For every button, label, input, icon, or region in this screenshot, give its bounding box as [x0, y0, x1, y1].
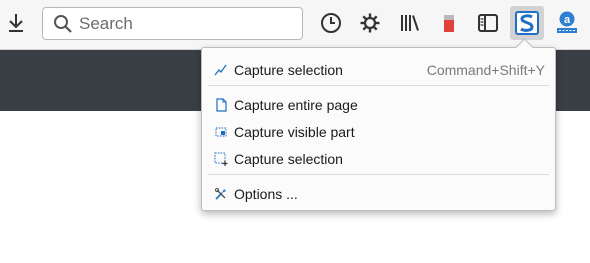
settings-gear-icon[interactable]: [358, 10, 382, 36]
sidebar-icon[interactable]: [476, 10, 500, 36]
menu-item-capture-entire-page[interactable]: Capture entire page: [202, 93, 555, 117]
history-icon[interactable]: [319, 10, 343, 36]
menu-item-label: Capture entire page: [234, 97, 358, 113]
menu-item-options[interactable]: Options ...: [202, 182, 555, 206]
capture-selection-pen-icon: [214, 63, 228, 77]
search-icon: [53, 14, 73, 34]
screenshot-extension-menu: Capture selection Command+Shift+Y Captur…: [201, 38, 556, 211]
menu-item-label: Options ...: [234, 186, 298, 202]
menu-item-shortcut: Command+Shift+Y: [426, 62, 545, 78]
menu-separator: [208, 174, 549, 175]
download-icon[interactable]: [4, 10, 28, 36]
menu-item-label: Capture visible part: [234, 124, 355, 140]
visible-part-icon: [214, 125, 228, 139]
options-tools-icon: [214, 187, 228, 201]
browser-toolbar: a: [0, 0, 590, 50]
search-box[interactable]: [42, 7, 303, 40]
page-icon: [214, 98, 228, 112]
search-input[interactable]: [79, 12, 294, 36]
svg-text:a: a: [564, 14, 571, 26]
extension-red-icon[interactable]: [437, 10, 461, 36]
menu-item-capture-selection[interactable]: Capture selection: [202, 147, 555, 171]
menu-item-capture-selection-shortcut[interactable]: Capture selection Command+Shift+Y: [202, 58, 555, 82]
library-icon[interactable]: [398, 10, 422, 36]
menu-item-label: Capture selection: [234, 62, 343, 78]
account-extension-icon[interactable]: a: [555, 10, 579, 36]
menu-separator: [208, 85, 549, 86]
selection-dashed-icon: [214, 152, 228, 166]
menu-item-label: Capture selection: [234, 151, 343, 167]
screenshot-extension-icon[interactable]: [510, 6, 544, 40]
menu-item-capture-visible-part[interactable]: Capture visible part: [202, 120, 555, 144]
